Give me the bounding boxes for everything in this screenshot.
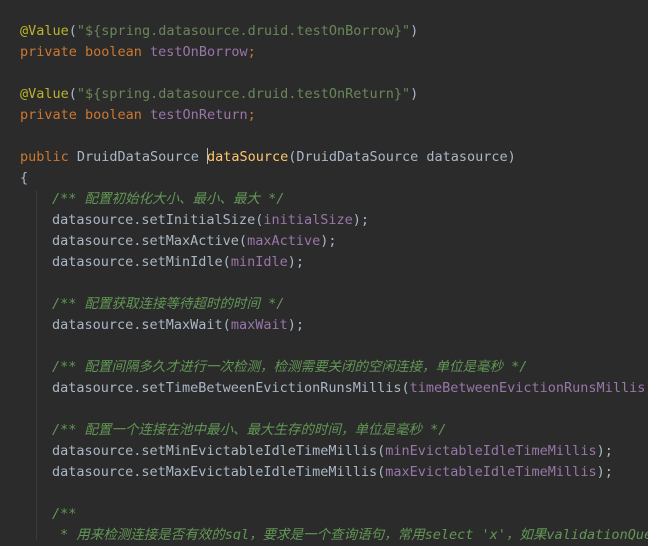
code-line-1: @Value("${spring.datasource.druid.testOn…: [20, 21, 418, 42]
field-token: timeBetweenEvictionRunsMillis: [409, 380, 646, 396]
doc-comment: /** 配置获取连接等待超时的时间 */: [52, 296, 285, 312]
field-token: maxWait: [230, 317, 288, 333]
field-token: maxEvictableIdleTimeMillis: [385, 464, 597, 480]
punctuation-token: );: [596, 464, 613, 480]
keyword-token: public: [20, 149, 77, 165]
code-line-11: datasource.setMaxActive(maxActive);: [52, 231, 337, 252]
punctuation-token: );: [287, 317, 304, 333]
semicolon-token: ;: [247, 44, 256, 60]
code-line-2: private boolean testOnBorrow;: [20, 42, 256, 63]
doc-comment: /**: [52, 506, 77, 522]
code-line-21: datasource.setMinEvictableIdleTimeMillis…: [52, 441, 613, 462]
punctuation-token: ): [410, 23, 419, 39]
punctuation-token: );: [287, 254, 304, 270]
code-line-14: /** 配置获取连接等待超时的时间 */: [52, 294, 284, 315]
keyword-token: private boolean: [20, 44, 151, 60]
code-line-12: datasource.setMinIdle(minIdle);: [52, 252, 304, 273]
string-token: "${spring.datasource.druid.testOnBorrow}…: [76, 23, 411, 39]
code-line-7: public DruidDataSource dataSource(DruidD…: [20, 147, 516, 168]
punctuation-token: );: [320, 233, 337, 249]
code-line-17: /** 配置间隔多久才进行一次检测，检测需要关闭的空闲连接，单位是毫秒 */: [52, 357, 527, 378]
punctuation-token: ): [410, 86, 419, 102]
keyword-token: private boolean: [20, 107, 151, 123]
field-token: testOnBorrow: [150, 44, 248, 60]
method-call-token: datasource.setMinIdle(: [52, 254, 231, 270]
field-token: minIdle: [230, 254, 288, 270]
annotation-token: @Value: [20, 23, 69, 39]
code-line-9: /** 配置初始化大小、最小、最大 */: [52, 189, 284, 210]
field-token: testOnReturn: [150, 107, 248, 123]
code-line-22: datasource.setMaxEvictableIdleTimeMillis…: [52, 462, 613, 483]
code-line-20: /** 配置一个连接在池中最小、最大生存的时间，单位是毫秒 */: [52, 420, 446, 441]
punctuation-token: );: [352, 212, 369, 228]
field-token: minEvictableIdleTimeMillis: [385, 443, 597, 459]
method-call-token: datasource.setMaxEvictableIdleTimeMillis…: [52, 464, 386, 480]
code-line-18: datasource.setTimeBetweenEvictionRunsMil…: [52, 378, 648, 399]
method-call-token: datasource.setMaxWait(: [52, 317, 231, 333]
method-call-token: datasource.setInitialSize(: [52, 212, 264, 228]
brace-token: {: [20, 170, 29, 186]
code-line-10: datasource.setInitialSize(initialSize);: [52, 210, 369, 231]
type-token: DruidDataSource: [76, 149, 207, 165]
doc-comment: /** 配置间隔多久才进行一次检测，检测需要关闭的空闲连接，单位是毫秒 */: [52, 359, 528, 375]
punctuation-token: (: [68, 86, 77, 102]
method-name-token: dataSource: [206, 149, 289, 165]
method-call-token: datasource.setMinEvictableIdleTimeMillis…: [52, 443, 386, 459]
parameter-list-token: (DruidDataSource datasource): [288, 149, 516, 165]
string-token: "${spring.datasource.druid.testOnReturn}…: [76, 86, 411, 102]
code-line-5: private boolean testOnReturn;: [20, 105, 256, 126]
punctuation-token: (: [68, 23, 77, 39]
method-call-token: datasource.setMaxActive(: [52, 233, 248, 249]
code-line-4: @Value("${spring.datasource.druid.testOn…: [20, 84, 418, 105]
viewport-bottom-edge: [0, 540, 648, 546]
field-token: maxActive: [247, 233, 321, 249]
code-line-15: datasource.setMaxWait(maxWait);: [52, 315, 304, 336]
punctuation-token: );: [596, 443, 613, 459]
doc-comment: /** 配置一个连接在池中最小、最大生存的时间，单位是毫秒 */: [52, 422, 447, 438]
code-line-24: /**: [52, 504, 76, 525]
doc-comment: /** 配置初始化大小、最小、最大 */: [52, 191, 285, 207]
field-token: initialSize: [263, 212, 353, 228]
semicolon-token: ;: [247, 107, 256, 123]
method-call-token: datasource.setTimeBetweenEvictionRunsMil…: [52, 380, 410, 396]
code-line-8: {: [20, 168, 28, 189]
code-editor[interactable]: @Value("${spring.datasource.druid.testOn…: [0, 0, 648, 546]
indent-guide: [36, 190, 37, 546]
annotation-token: @Value: [20, 86, 69, 102]
